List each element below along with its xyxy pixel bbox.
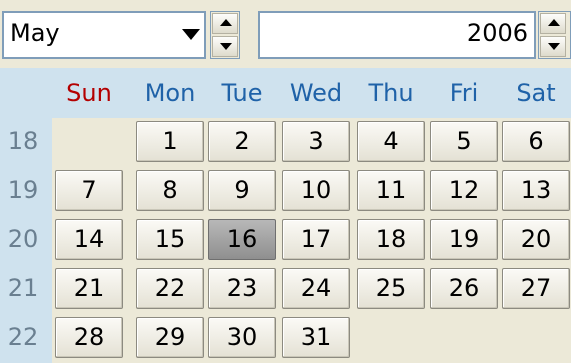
day-button-3[interactable]: 3 xyxy=(282,121,350,162)
week-number: 22 xyxy=(7,323,39,351)
day-button-29[interactable]: 29 xyxy=(136,317,204,358)
day-button-30[interactable]: 30 xyxy=(208,317,276,358)
year-spinner[interactable] xyxy=(538,11,571,59)
year-down-arrow-icon[interactable] xyxy=(540,36,566,57)
day-name-thu: Thu xyxy=(368,79,414,107)
day-button-11[interactable]: 11 xyxy=(357,170,425,211)
calendar-grid: Sun Mon Tue Wed Thu Fri Sat 18 1 2 3 4 5 6 19 7 8 9 10 11 12… xyxy=(0,68,571,363)
day-button-18[interactable]: 18 xyxy=(357,219,425,260)
week-number: 20 xyxy=(7,225,39,253)
day-name-sat: Sat xyxy=(516,79,556,107)
day-button-9[interactable]: 9 xyxy=(208,170,276,211)
day-button-2[interactable]: 2 xyxy=(208,121,276,162)
week-number: 18 xyxy=(7,127,39,155)
day-button-8[interactable]: 8 xyxy=(136,170,204,211)
day-name-fri: Fri xyxy=(449,79,479,107)
day-name-wed: Wed xyxy=(289,79,343,107)
day-button-25[interactable]: 25 xyxy=(357,268,425,309)
day-button-10[interactable]: 10 xyxy=(282,170,350,211)
day-button-20[interactable]: 20 xyxy=(502,219,570,260)
week-number: 21 xyxy=(7,274,39,302)
year-up-arrow-icon[interactable] xyxy=(540,13,566,34)
day-button-19[interactable]: 19 xyxy=(430,219,498,260)
day-name-tue: Tue xyxy=(221,79,263,107)
year-value: 2006 xyxy=(466,19,528,47)
month-down-arrow-icon[interactable] xyxy=(212,36,238,57)
month-up-arrow-icon[interactable] xyxy=(212,13,238,34)
day-button-12[interactable]: 12 xyxy=(430,170,498,211)
chevron-down-icon[interactable] xyxy=(182,29,200,40)
day-button-1[interactable]: 1 xyxy=(136,121,204,162)
day-button-5[interactable]: 5 xyxy=(430,121,498,162)
day-button-17[interactable]: 17 xyxy=(282,219,350,260)
day-button-27[interactable]: 27 xyxy=(502,268,570,309)
day-button-24[interactable]: 24 xyxy=(282,268,350,309)
month-spinner[interactable] xyxy=(210,11,240,59)
day-button-22[interactable]: 22 xyxy=(136,268,204,309)
day-button-16[interactable]: 16 xyxy=(208,219,276,260)
week-number: 19 xyxy=(7,176,39,204)
month-value: May xyxy=(10,19,60,47)
year-field[interactable]: 2006 xyxy=(258,11,536,59)
day-button-23[interactable]: 23 xyxy=(208,268,276,309)
day-button-14[interactable]: 14 xyxy=(55,219,123,260)
day-button-28[interactable]: 28 xyxy=(55,317,123,358)
day-button-21[interactable]: 21 xyxy=(55,268,123,309)
day-button-7[interactable]: 7 xyxy=(55,170,123,211)
day-button-13[interactable]: 13 xyxy=(502,170,570,211)
day-button-4[interactable]: 4 xyxy=(357,121,425,162)
day-button-6[interactable]: 6 xyxy=(502,121,570,162)
day-button-31[interactable]: 31 xyxy=(282,317,350,358)
day-name-mon: Mon xyxy=(144,79,196,107)
day-name-sun: Sun xyxy=(66,79,112,107)
day-button-15[interactable]: 15 xyxy=(136,219,204,260)
month-dropdown[interactable]: May xyxy=(2,11,206,59)
day-button-26[interactable]: 26 xyxy=(430,268,498,309)
